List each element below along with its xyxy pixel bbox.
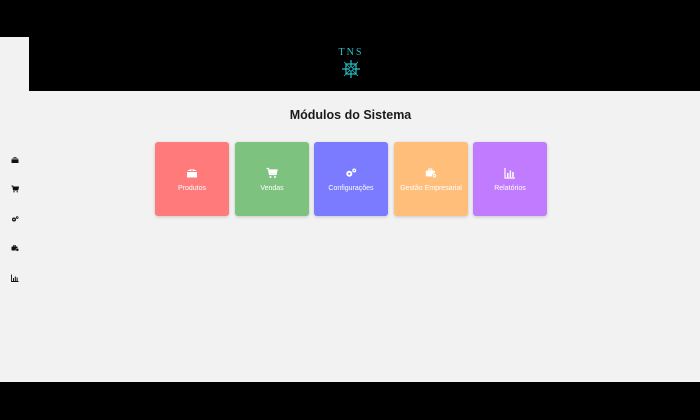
cart-icon	[266, 167, 278, 179]
module-card-relatorios[interactable]: Relatórios	[473, 142, 547, 216]
sidebar	[0, 37, 29, 382]
module-label: Produtos	[177, 184, 207, 192]
chart-icon	[504, 167, 516, 179]
module-label: Relatórios	[494, 184, 526, 192]
business-icon	[425, 167, 437, 179]
logo-emblem-icon	[342, 60, 360, 78]
chart-icon	[11, 274, 19, 282]
module-card-gestao-empresarial[interactable]: Gestão Empresarial	[394, 142, 468, 216]
tns-logo: TNS	[336, 47, 366, 79]
sidebar-item-vendas[interactable]	[10, 184, 20, 194]
page-title: Módulos do Sistema	[289, 108, 412, 122]
sidebar-item-gestao-empresarial[interactable]	[10, 243, 20, 253]
gears-icon	[12, 216, 19, 222]
logo-text: TNS	[338, 47, 364, 58]
box-icon	[11, 157, 19, 163]
box-icon	[186, 167, 198, 179]
sidebar-item-produtos[interactable]	[10, 155, 20, 165]
sidebar-item-configuracoes[interactable]	[10, 214, 20, 224]
app-screen: TNS Módulos do Sistema Produtos Vendas C…	[0, 0, 700, 420]
gears-icon	[345, 167, 357, 179]
module-label: Gestão Empresarial	[400, 184, 462, 192]
main-content: Módulos do Sistema Produtos Vendas Confi…	[29, 91, 700, 382]
module-label: Vendas	[260, 184, 284, 192]
module-card-configuracoes[interactable]: Configurações	[314, 142, 388, 216]
module-card-produtos[interactable]: Produtos	[155, 142, 229, 216]
module-label: Configurações	[328, 184, 374, 192]
module-card-vendas[interactable]: Vendas	[235, 142, 309, 216]
sidebar-item-relatorios[interactable]	[10, 273, 20, 283]
business-icon	[11, 245, 19, 252]
cart-icon	[11, 185, 19, 193]
header-bar: TNS	[29, 0, 700, 91]
